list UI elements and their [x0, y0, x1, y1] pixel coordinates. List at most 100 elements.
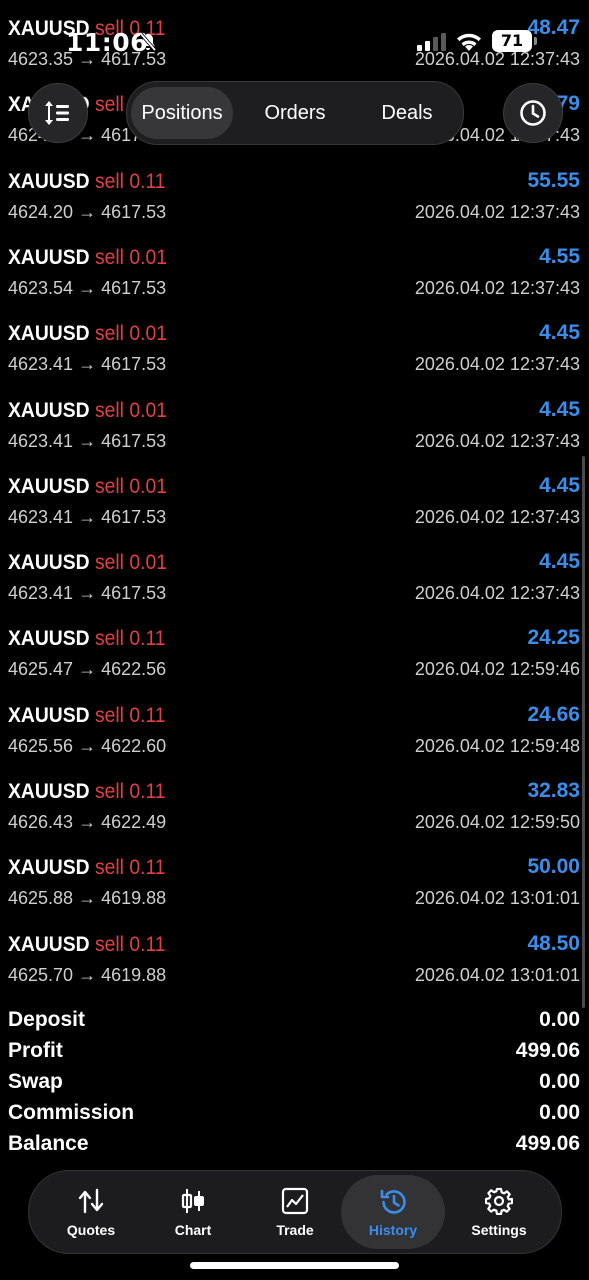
deal-open-price: 4625.70	[8, 964, 74, 985]
deal-time: 2026.04.02 13:01:01	[414, 964, 580, 985]
deal-side: sell	[94, 93, 124, 117]
nav-settings[interactable]: Settings	[447, 1171, 551, 1253]
deal-profit: 4.45	[539, 473, 580, 497]
deal-title: XAUUSD sell 0.11	[8, 170, 166, 194]
summary-label: Deposit	[8, 1008, 86, 1031]
deal-open-price: 4626.43	[8, 812, 74, 832]
arrow-icon: →	[78, 430, 97, 451]
home-indicator[interactable]	[190, 1262, 399, 1269]
tab-deals[interactable]: Deals	[357, 87, 457, 139]
history-icon	[380, 1189, 406, 1214]
deal-row[interactable]: XAUUSD sell 0.11 55.55 4624.20 → 4617.53 20…	[0, 168, 589, 246]
deal-close-price: 4622.49	[101, 812, 167, 832]
scrollbar[interactable]	[582, 456, 585, 1008]
summary-row: Swap 0.00	[0, 1070, 589, 1101]
deal-time: 2026.04.02 12:37:43	[414, 354, 580, 375]
deal-prices: 4625.47 → 4622.56	[8, 659, 166, 680]
arrow-icon: →	[78, 888, 97, 909]
deal-volume: 0.11	[129, 703, 166, 727]
deal-row[interactable]: XAUUSD sell 0.01 4.45 4623.41 → 4617.53 202…	[0, 473, 589, 551]
summary-value: 0.00	[539, 1101, 580, 1124]
deal-open-price: 4625.47	[8, 659, 74, 680]
deal-time: 2026.04.02 12:37:43	[414, 201, 580, 222]
deal-side: sell	[94, 169, 124, 193]
deal-row[interactable]: XAUUSD sell 0.11 50.00 4625.88 → 4619.88 20…	[0, 855, 589, 932]
deal-profit: 4.55	[539, 244, 580, 268]
nav-label: Quotes	[66, 1222, 116, 1238]
deal-open-price: 4623.41	[8, 506, 74, 527]
deal-time: 2026.04.02 12:37:43	[414, 277, 580, 298]
deal-title: XAUUSD sell 0.01	[8, 246, 167, 270]
deal-profit: 24.66	[527, 702, 580, 726]
deal-row[interactable]: XAUUSD sell 0.11 24.66 4625.56 → 4622.60 20…	[0, 702, 589, 780]
trade-icon	[281, 1187, 309, 1215]
period-button[interactable]	[503, 83, 563, 143]
deal-symbol: XAUUSD	[8, 780, 90, 803]
nav-quotes[interactable]: Quotes	[39, 1171, 143, 1253]
deal-symbol: XAUUSD	[8, 703, 90, 727]
deal-open-price: 4623.41	[8, 354, 74, 375]
deal-title: XAUUSD sell 0.11	[8, 856, 166, 880]
summary-label: Commission	[8, 1101, 135, 1124]
deal-volume: 0.01	[129, 245, 167, 269]
arrow-icon: →	[78, 354, 97, 375]
deal-side: sell	[94, 322, 124, 346]
deal-close-price: 4619.88	[101, 888, 167, 909]
deal-row[interactable]: XAUUSD sell 0.01 4.45 4623.41 → 4617.53 202…	[0, 550, 589, 627]
deal-open-price: 4623.41	[8, 430, 74, 451]
summary-value: 499.06	[515, 1132, 580, 1155]
deal-row[interactable]: XAUUSD sell 0.11 48.50 4625.70 → 4619.88 20…	[0, 932, 589, 1009]
deal-time: 2026.04.02 12:37:43	[414, 506, 580, 527]
deal-close-price: 4622.56	[101, 659, 167, 680]
nav-label: Trade	[276, 1222, 314, 1238]
nav-history[interactable]: History	[341, 1175, 445, 1249]
deal-profit: 55.55	[527, 168, 580, 192]
settings-icon	[485, 1187, 513, 1215]
nav-label: Settings	[471, 1222, 527, 1238]
wifi-icon	[457, 33, 481, 51]
deal-row[interactable]: XAUUSD sell 0.11 32.83 4626.43 → 4622.49 20…	[0, 779, 589, 856]
tab-positions[interactable]: Positions	[131, 87, 233, 139]
deal-volume: 0.01	[129, 474, 167, 498]
tab-orders[interactable]: Orders	[245, 87, 345, 139]
deal-side: sell	[94, 703, 124, 727]
history-tabs: Positions Orders Deals	[126, 81, 464, 145]
deal-row[interactable]: XAUUSD sell 0.01 4.55 4623.54 → 4617.53 202…	[0, 244, 589, 322]
nav-trade[interactable]: Trade	[243, 1171, 347, 1253]
deal-time: 2026.04.02 13:01:01	[414, 888, 580, 909]
deal-close-price: 4617.53	[101, 277, 167, 298]
arrow-icon: →	[78, 812, 97, 832]
deal-close-price: 4617.53	[101, 430, 167, 451]
deal-row[interactable]: XAUUSD sell 0.11 24.25 4625.47 → 4622.56 20…	[0, 626, 589, 703]
summary-label: Balance	[8, 1132, 89, 1155]
deal-open-price: 4623.41	[8, 583, 74, 604]
status-bar: 11:06 71	[0, 0, 589, 80]
deal-close-price: 4617.53	[101, 583, 167, 604]
deal-time: 2026.04.02 12:59:50	[414, 812, 580, 832]
arrow-icon: →	[78, 583, 97, 604]
deal-close-price: 4617.53	[101, 506, 167, 527]
deal-side: sell	[94, 398, 124, 422]
deal-volume: 0.11	[129, 856, 166, 880]
summary-label: Swap	[8, 1070, 63, 1093]
deal-prices: 4623.41 → 4617.53	[8, 507, 166, 528]
sort-button[interactable]	[28, 83, 88, 143]
arrow-icon: →	[78, 201, 97, 222]
deal-title: XAUUSD sell 0.01	[8, 551, 167, 575]
deal-prices: 4623.41 → 4617.53	[8, 583, 166, 604]
deal-symbol: XAUUSD	[8, 398, 90, 422]
deal-profit: 24.25	[527, 626, 580, 650]
battery-indicator: 71	[492, 30, 537, 52]
deal-prices: 4624.20 → 4617.53	[8, 202, 166, 223]
summary-value: 499.06	[515, 1039, 580, 1062]
nav-chart[interactable]: Chart	[141, 1171, 245, 1253]
deal-row[interactable]: XAUUSD sell 0.01 4.45 4623.41 → 4617.53 202…	[0, 321, 589, 398]
deal-title: XAUUSD sell 0.01	[8, 322, 167, 346]
deal-title: XAUUSD sell 0.11	[8, 780, 166, 804]
deal-title: XAUUSD sell 0.01	[8, 475, 167, 499]
quotes-icon	[78, 1188, 104, 1214]
deal-row[interactable]: XAUUSD sell 0.01 4.45 4623.41 → 4617.53 202…	[0, 398, 589, 475]
deal-close-price: 4619.88	[101, 964, 167, 985]
summary-value: 0.00	[539, 1070, 580, 1093]
bell-muted-icon	[139, 32, 157, 52]
